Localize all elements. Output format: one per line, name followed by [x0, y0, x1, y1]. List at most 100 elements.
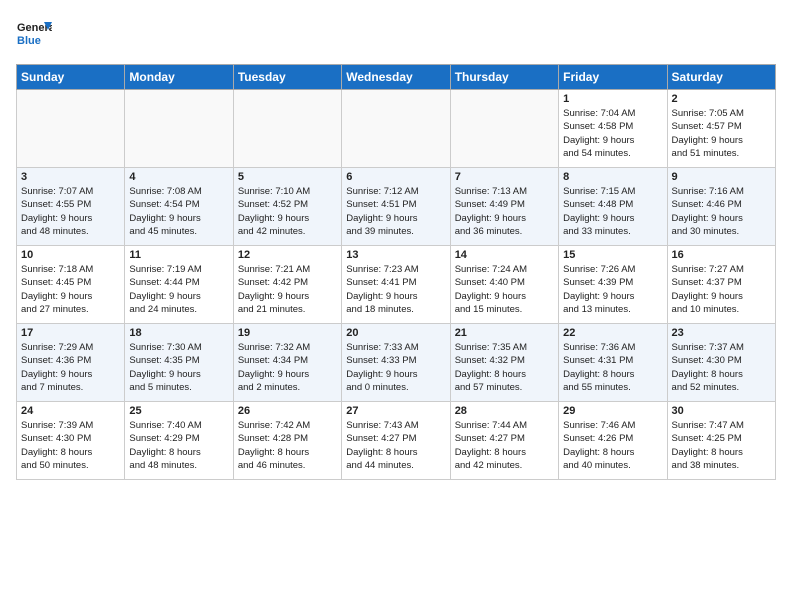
day-info: Sunrise: 7:35 AM Sunset: 4:32 PM Dayligh…: [455, 341, 554, 394]
calendar-table: SundayMondayTuesdayWednesdayThursdayFrid…: [16, 64, 776, 480]
day-info: Sunrise: 7:32 AM Sunset: 4:34 PM Dayligh…: [238, 341, 337, 394]
weekday-header: Saturday: [667, 65, 775, 90]
day-info: Sunrise: 7:10 AM Sunset: 4:52 PM Dayligh…: [238, 185, 337, 238]
day-info: Sunrise: 7:30 AM Sunset: 4:35 PM Dayligh…: [129, 341, 228, 394]
calendar-day-cell: [342, 90, 450, 168]
calendar-day-cell: 26 Sunrise: 7:42 AM Sunset: 4:28 PM Dayli…: [233, 402, 341, 480]
calendar-day-cell: 22 Sunrise: 7:36 AM Sunset: 4:31 PM Dayli…: [559, 324, 667, 402]
day-info: Sunrise: 7:08 AM Sunset: 4:54 PM Dayligh…: [129, 185, 228, 238]
calendar-day-cell: 27Sunrise: 7:43 AM Sunset: 4:27 PM Dayli…: [342, 402, 450, 480]
day-info: Sunrise: 7:44 AM Sunset: 4:27 PM Dayligh…: [455, 419, 554, 472]
day-number: 14: [455, 249, 554, 261]
day-number: 30: [672, 405, 771, 417]
weekday-header: Wednesday: [342, 65, 450, 90]
calendar-day-cell: 28 Sunrise: 7:44 AM Sunset: 4:27 PM Dayli…: [450, 402, 558, 480]
day-info: Sunrise: 7:16 AM Sunset: 4:46 PM Dayligh…: [672, 185, 771, 238]
calendar-day-cell: 21 Sunrise: 7:35 AM Sunset: 4:32 PM Dayli…: [450, 324, 558, 402]
day-info: Sunrise: 7:23 AM Sunset: 4:41 PM Dayligh…: [346, 263, 445, 316]
day-number: 3: [21, 171, 120, 183]
day-number: 13: [346, 249, 445, 261]
calendar-day-cell: 15Sunrise: 7:26 AM Sunset: 4:39 PM Dayli…: [559, 246, 667, 324]
day-info: Sunrise: 7:13 AM Sunset: 4:49 PM Dayligh…: [455, 185, 554, 238]
day-info: Sunrise: 7:29 AM Sunset: 4:36 PM Dayligh…: [21, 341, 120, 394]
calendar-day-cell: 17 Sunrise: 7:29 AM Sunset: 4:36 PM Dayli…: [17, 324, 125, 402]
day-number: 28: [455, 405, 554, 417]
day-info: Sunrise: 7:40 AM Sunset: 4:29 PM Dayligh…: [129, 419, 228, 472]
calendar-day-cell: 16 Sunrise: 7:27 AM Sunset: 4:37 PM Dayli…: [667, 246, 775, 324]
calendar-day-cell: 20 Sunrise: 7:33 AM Sunset: 4:33 PM Dayli…: [342, 324, 450, 402]
day-number: 6: [346, 171, 445, 183]
day-number: 16: [672, 249, 771, 261]
day-info: Sunrise: 7:05 AM Sunset: 4:57 PM Dayligh…: [672, 107, 771, 160]
calendar-day-cell: 12 Sunrise: 7:21 AM Sunset: 4:42 PM Dayli…: [233, 246, 341, 324]
day-info: Sunrise: 7:37 AM Sunset: 4:30 PM Dayligh…: [672, 341, 771, 394]
calendar-week-row: 3 Sunrise: 7:07 AM Sunset: 4:55 PM Daylig…: [17, 168, 776, 246]
calendar-day-cell: 24Sunrise: 7:39 AM Sunset: 4:30 PM Dayli…: [17, 402, 125, 480]
calendar-day-cell: 7 Sunrise: 7:13 AM Sunset: 4:49 PM Daylig…: [450, 168, 558, 246]
calendar-day-cell: 6Sunrise: 7:12 AM Sunset: 4:51 PM Daylig…: [342, 168, 450, 246]
day-info: Sunrise: 7:19 AM Sunset: 4:44 PM Dayligh…: [129, 263, 228, 316]
calendar-day-cell: 3 Sunrise: 7:07 AM Sunset: 4:55 PM Daylig…: [17, 168, 125, 246]
day-number: 2: [672, 93, 771, 105]
calendar-day-cell: 29Sunrise: 7:46 AM Sunset: 4:26 PM Dayli…: [559, 402, 667, 480]
calendar-day-cell: 1 Sunrise: 7:04 AM Sunset: 4:58 PM Daylig…: [559, 90, 667, 168]
weekday-header: Friday: [559, 65, 667, 90]
calendar-day-cell: 18 Sunrise: 7:30 AM Sunset: 4:35 PM Dayli…: [125, 324, 233, 402]
day-number: 18: [129, 327, 228, 339]
calendar-week-row: 1 Sunrise: 7:04 AM Sunset: 4:58 PM Daylig…: [17, 90, 776, 168]
day-number: 29: [563, 405, 662, 417]
weekday-header: Thursday: [450, 65, 558, 90]
header: General Blue: [16, 16, 776, 52]
day-number: 12: [238, 249, 337, 261]
calendar-week-row: 17 Sunrise: 7:29 AM Sunset: 4:36 PM Dayli…: [17, 324, 776, 402]
day-info: Sunrise: 7:43 AM Sunset: 4:27 PM Dayligh…: [346, 419, 445, 472]
day-number: 1: [563, 93, 662, 105]
calendar-day-cell: 9 Sunrise: 7:16 AM Sunset: 4:46 PM Daylig…: [667, 168, 775, 246]
calendar-day-cell: [125, 90, 233, 168]
day-number: 11: [129, 249, 228, 261]
day-number: 15: [563, 249, 662, 261]
day-info: Sunrise: 7:39 AM Sunset: 4:30 PM Dayligh…: [21, 419, 120, 472]
day-info: Sunrise: 7:07 AM Sunset: 4:55 PM Dayligh…: [21, 185, 120, 238]
day-info: Sunrise: 7:04 AM Sunset: 4:58 PM Dayligh…: [563, 107, 662, 160]
weekday-header: Tuesday: [233, 65, 341, 90]
calendar-day-cell: 8 Sunrise: 7:15 AM Sunset: 4:48 PM Daylig…: [559, 168, 667, 246]
calendar-day-cell: [233, 90, 341, 168]
day-number: 8: [563, 171, 662, 183]
day-number: 21: [455, 327, 554, 339]
calendar-day-cell: 14 Sunrise: 7:24 AM Sunset: 4:40 PM Dayli…: [450, 246, 558, 324]
day-info: Sunrise: 7:24 AM Sunset: 4:40 PM Dayligh…: [455, 263, 554, 316]
day-info: Sunrise: 7:47 AM Sunset: 4:25 PM Dayligh…: [672, 419, 771, 472]
logo: General Blue: [16, 16, 52, 52]
svg-text:Blue: Blue: [17, 35, 41, 47]
calendar-day-cell: 25 Sunrise: 7:40 AM Sunset: 4:29 PM Dayli…: [125, 402, 233, 480]
day-number: 26: [238, 405, 337, 417]
day-number: 17: [21, 327, 120, 339]
logo-svg: General Blue: [16, 16, 52, 52]
day-number: 19: [238, 327, 337, 339]
day-number: 25: [129, 405, 228, 417]
calendar-day-cell: [450, 90, 558, 168]
day-number: 9: [672, 171, 771, 183]
day-number: 5: [238, 171, 337, 183]
day-info: Sunrise: 7:42 AM Sunset: 4:28 PM Dayligh…: [238, 419, 337, 472]
weekday-header: Sunday: [17, 65, 125, 90]
calendar-day-cell: 30 Sunrise: 7:47 AM Sunset: 4:25 PM Dayli…: [667, 402, 775, 480]
day-info: Sunrise: 7:33 AM Sunset: 4:33 PM Dayligh…: [346, 341, 445, 394]
day-info: Sunrise: 7:27 AM Sunset: 4:37 PM Dayligh…: [672, 263, 771, 316]
day-info: Sunrise: 7:21 AM Sunset: 4:42 PM Dayligh…: [238, 263, 337, 316]
calendar-day-cell: 5 Sunrise: 7:10 AM Sunset: 4:52 PM Daylig…: [233, 168, 341, 246]
page-container: General Blue SundayMondayTuesdayWednesda…: [0, 0, 792, 488]
calendar-day-cell: 23Sunrise: 7:37 AM Sunset: 4:30 PM Dayli…: [667, 324, 775, 402]
day-number: 22: [563, 327, 662, 339]
day-number: 20: [346, 327, 445, 339]
calendar-day-cell: 13 Sunrise: 7:23 AM Sunset: 4:41 PM Dayli…: [342, 246, 450, 324]
calendar-day-cell: 2 Sunrise: 7:05 AM Sunset: 4:57 PM Daylig…: [667, 90, 775, 168]
calendar-day-cell: 19 Sunrise: 7:32 AM Sunset: 4:34 PM Dayli…: [233, 324, 341, 402]
day-info: Sunrise: 7:15 AM Sunset: 4:48 PM Dayligh…: [563, 185, 662, 238]
day-info: Sunrise: 7:36 AM Sunset: 4:31 PM Dayligh…: [563, 341, 662, 394]
calendar-week-row: 24Sunrise: 7:39 AM Sunset: 4:30 PM Dayli…: [17, 402, 776, 480]
day-number: 7: [455, 171, 554, 183]
calendar-header-row: SundayMondayTuesdayWednesdayThursdayFrid…: [17, 65, 776, 90]
calendar-day-cell: [17, 90, 125, 168]
